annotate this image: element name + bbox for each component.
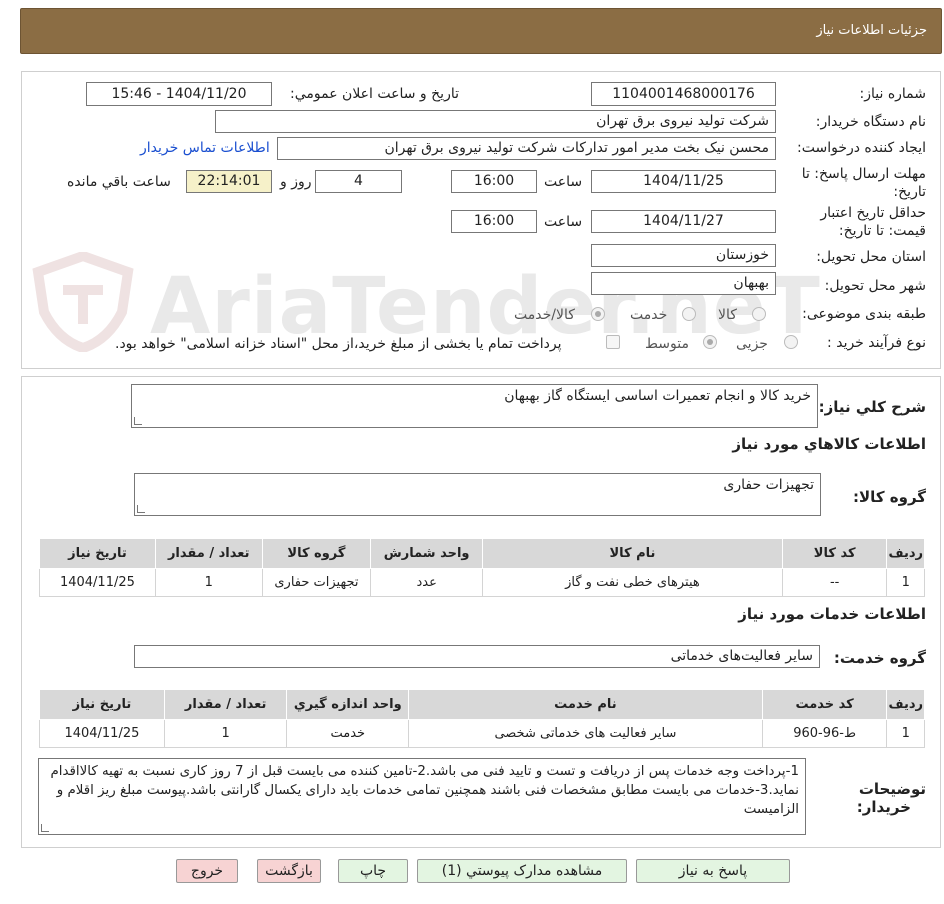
category-goods-label: کالا — [718, 307, 737, 323]
goods-col-code: کد کالا — [781, 538, 888, 569]
services-col-unit: واحد اندازه گيري — [286, 689, 410, 720]
goods-group-textarea[interactable]: تجهیزات حفاری — [134, 473, 821, 516]
notes-label-buyer: خریدار: — [856, 798, 911, 816]
buyer-contact-link[interactable]: اطلاعات تماس خریدار — [140, 140, 270, 156]
city-field: بهبهان — [591, 272, 776, 295]
deadline-date-field: 1404/11/25 — [591, 170, 776, 193]
goods-group-text: تجهیزات حفاری — [723, 477, 814, 493]
resize-grip-icon[interactable] — [41, 824, 49, 832]
services-group-field: سایر فعالیت‌های خدماتی — [134, 645, 820, 668]
services-cell-code: ط-96-960 — [761, 719, 888, 748]
services-col-code: کد خدمت — [761, 689, 888, 720]
days-label: روز و — [280, 174, 312, 190]
services-cell-qty: 1 — [163, 719, 288, 748]
summary-text: خرید کالا و انجام تعمیرات اساسی ایستگاه … — [504, 388, 811, 404]
services-group-label: گروه خدمت: — [833, 649, 926, 667]
process-label: نوع فرآیند خرید : — [827, 335, 926, 351]
services-section-title: اطلاعات خدمات مورد نياز — [738, 605, 926, 623]
goods-cell-row: 1 — [886, 568, 925, 597]
goods-group-label: گروه کالا: — [853, 488, 926, 506]
need-number-field: 1104001468000176 — [591, 82, 776, 106]
table-row: 1 -- هیترهای خطی نفت و گاز عدد تجهیزات ح… — [39, 568, 925, 597]
services-cell-date: 1404/11/25 — [39, 719, 165, 748]
goods-cell-code: -- — [781, 568, 888, 597]
summary-textarea[interactable]: خرید کالا و انجام تعمیرات اساسی ایستگاه … — [131, 384, 818, 428]
services-cell-row: 1 — [886, 719, 925, 748]
goods-cell-qty: 1 — [154, 568, 263, 597]
deadline-label-date: تاريخ: — [893, 184, 926, 200]
services-col-qty: تعداد / مقدار — [163, 689, 288, 720]
goods-col-date: تاريخ نياز — [39, 538, 156, 569]
process-small-radio[interactable] — [784, 335, 798, 349]
goods-section-title: اطلاعات کالاهاي مورد نياز — [732, 435, 926, 453]
services-cell-unit: خدمت — [286, 719, 410, 748]
print-button[interactable]: چاپ — [338, 859, 408, 883]
goods-cell-unit: عدد — [370, 568, 484, 597]
goods-col-unit: واحد شمارش — [370, 538, 484, 569]
deadline-label: مهلت ارسال پاسخ: تا — [801, 166, 926, 182]
category-goods-service-label: کالا/خدمت — [514, 307, 575, 323]
goods-col-qty: تعداد / مقدار — [154, 538, 263, 569]
services-col-row: رديف — [886, 689, 925, 720]
goods-table: رديف کد کالا نام کالا واحد شمارش گروه کا… — [39, 538, 925, 597]
goods-cell-name: هیترهای خطی نفت و گاز — [482, 568, 783, 597]
process-medium-label: متوسط — [645, 336, 689, 352]
announce-label: تاريخ و ساعت اعلان عمومي: — [290, 86, 459, 102]
deadline-time-label: ساعت — [544, 174, 583, 190]
services-table: رديف کد خدمت نام خدمت واحد اندازه گيري ت… — [39, 689, 925, 748]
validity-label-date: قيمت: تا تاريخ: — [838, 223, 926, 239]
treasury-payment-note: پرداخت تمام یا بخشی از مبلغ خرید،از محل … — [115, 336, 562, 352]
services-cell-name: سایر فعالیت های خدماتی شخصی — [408, 719, 763, 748]
treasury-payment-checkbox[interactable] — [606, 335, 620, 349]
deadline-time-field: 16:00 — [451, 170, 537, 193]
back-button[interactable]: بازگشت — [257, 859, 321, 883]
remaining-time-field: 22:14:01 — [186, 170, 272, 193]
validity-date-field: 1404/11/27 — [591, 210, 776, 233]
category-service-radio[interactable] — [682, 307, 696, 321]
reply-button[interactable]: پاسخ به نياز — [636, 859, 790, 883]
city-label: شهر محل تحویل: — [824, 278, 926, 294]
validity-label: حداقل تاريخ اعتبار — [820, 205, 926, 221]
need-number-label: شماره نیاز: — [859, 86, 927, 102]
resize-grip-icon[interactable] — [137, 505, 145, 513]
province-field: خوزستان — [591, 244, 776, 267]
creator-field: محسن نیک بخت مدیر امور تدارکات شرکت تولی… — [277, 137, 776, 160]
title-bar: جزئيات اطلاعات نياز — [20, 8, 942, 54]
process-medium-radio[interactable] — [703, 335, 717, 349]
goods-col-name: نام کالا — [482, 538, 783, 569]
category-service-label: خدمت — [630, 307, 668, 323]
notes-textarea[interactable]: 1-پرداخت وجه خدمات پس از دریافت و تست و … — [38, 758, 806, 835]
goods-col-group: گروه کالا — [261, 538, 372, 569]
process-small-label: جزیی — [736, 336, 768, 352]
page-title: جزئيات اطلاعات نياز — [816, 23, 927, 38]
summary-label: شرح کلي نياز: — [818, 398, 926, 416]
remaining-label: ساعت باقي مانده — [67, 174, 171, 190]
resize-grip-icon[interactable] — [134, 417, 142, 425]
province-label: استان محل تحویل: — [816, 249, 926, 265]
buyer-label: نام دستگاه خريدار: — [815, 114, 926, 130]
services-col-date: تاريخ نياز — [39, 689, 165, 720]
goods-cell-date: 1404/11/25 — [39, 568, 156, 597]
category-label: طبقه بندی موضوعی: — [802, 306, 926, 322]
announce-field: 1404/11/20 - 15:46 — [86, 82, 272, 106]
notes-label: توضیحات — [858, 780, 926, 798]
goods-cell-group: تجهیزات حفاری — [261, 568, 372, 597]
table-row: 1 ط-96-960 سایر فعالیت های خدماتی شخصی خ… — [39, 719, 925, 748]
notes-text: 1-پرداخت وجه خدمات پس از دریافت و تست و … — [50, 764, 799, 817]
goods-col-row: رديف — [886, 538, 925, 569]
creator-label: ايجاد کننده درخواست: — [797, 140, 926, 156]
exit-button[interactable]: خروج — [176, 859, 238, 883]
buyer-field: شرکت تولید نیروی برق تهران — [215, 110, 776, 133]
days-field: 4 — [315, 170, 402, 193]
category-goods-service-radio[interactable] — [591, 307, 605, 321]
category-goods-radio[interactable] — [752, 307, 766, 321]
services-col-name: نام خدمت — [408, 689, 763, 720]
view-attachments-button[interactable]: مشاهده مدارک پيوستي (1) — [417, 859, 627, 883]
validity-time-label: ساعت — [544, 214, 583, 230]
validity-time-field: 16:00 — [451, 210, 537, 233]
